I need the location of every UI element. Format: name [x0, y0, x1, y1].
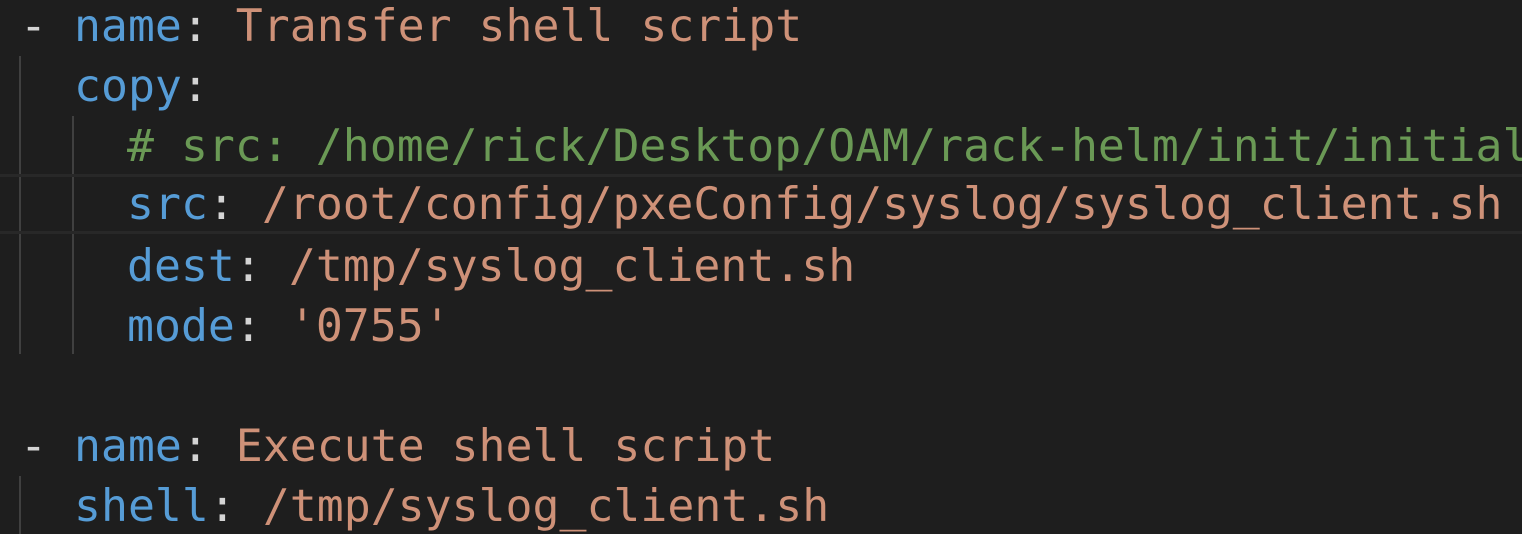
- code-editor[interactable]: - name: Transfer shell script copy: # sr…: [0, 0, 1522, 534]
- yaml-comment: # src: /home/rick/Desktop/OAM/rack-helm/…: [127, 119, 1522, 172]
- yaml-value: /root/config/pxeConfig/syslog/syslog_cli…: [261, 177, 1503, 230]
- code-line-7-blank[interactable]: [20, 360, 1522, 420]
- code-line-5[interactable]: dest: /tmp/syslog_client.sh: [127, 240, 1522, 300]
- yaml-key: name: [73, 0, 182, 52]
- yaml-key: copy: [74, 59, 182, 112]
- code-line-1[interactable]: - name: Transfer shell script: [20, 0, 1522, 60]
- indent-guide: [72, 116, 74, 354]
- yaml-value: /tmp/syslog_client.sh: [262, 479, 830, 532]
- code-line-9[interactable]: shell: /tmp/syslog_client.sh: [74, 480, 1522, 534]
- yaml-value: Execute shell script: [235, 419, 776, 472]
- yaml-key: name: [73, 419, 182, 472]
- yaml-key: mode: [127, 299, 235, 352]
- code-line-6[interactable]: mode: '0755': [127, 300, 1522, 360]
- yaml-key: src: [127, 177, 208, 230]
- code-line-2[interactable]: copy:: [74, 60, 1522, 120]
- yaml-colon: :: [207, 177, 262, 230]
- yaml-colon: :: [181, 419, 236, 472]
- yaml-key: shell: [74, 479, 209, 532]
- yaml-value: /tmp/syslog_client.sh: [288, 239, 856, 292]
- yaml-colon: :: [234, 239, 289, 292]
- code-line-8[interactable]: - name: Execute shell script: [20, 420, 1522, 480]
- yaml-colon: :: [181, 59, 209, 112]
- yaml-value: '0755': [288, 299, 451, 352]
- list-dash: -: [20, 419, 74, 472]
- code-line-4-current[interactable]: src: /root/config/pxeConfig/syslog/syslo…: [0, 174, 1522, 234]
- yaml-colon: :: [181, 0, 236, 52]
- list-dash: -: [20, 0, 74, 52]
- yaml-value: Transfer shell script: [235, 0, 803, 52]
- yaml-colon: :: [208, 479, 263, 532]
- yaml-colon: :: [234, 299, 289, 352]
- code-line-3[interactable]: # src: /home/rick/Desktop/OAM/rack-helm/…: [127, 120, 1522, 180]
- indent-guide: [19, 476, 21, 534]
- yaml-key: dest: [127, 239, 235, 292]
